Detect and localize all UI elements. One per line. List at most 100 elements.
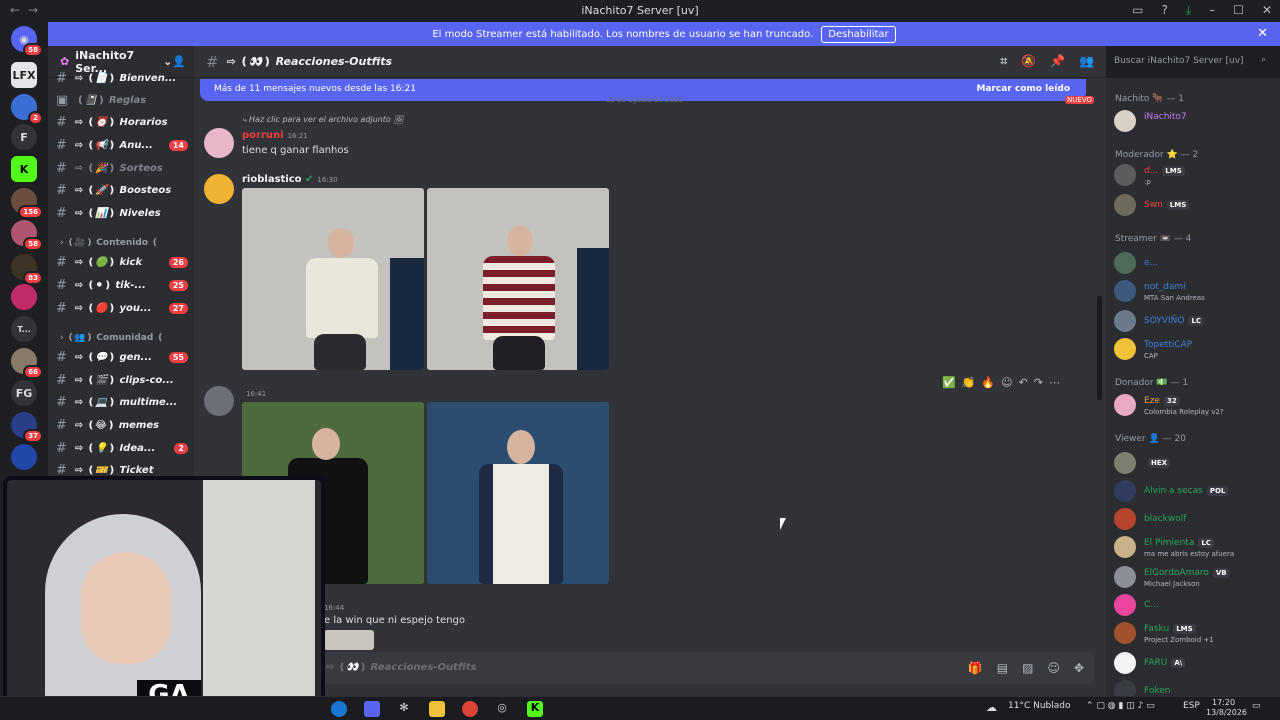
members-icon[interactable]: 👥 xyxy=(1079,54,1094,69)
member-item[interactable]: iNachito7 xyxy=(1114,110,1278,136)
chrome-icon[interactable] xyxy=(462,701,478,717)
member-item[interactable]: Foken xyxy=(1114,680,1278,696)
gift-icon[interactable]: 🎁 xyxy=(968,661,983,675)
scrollbar[interactable] xyxy=(1097,296,1102,400)
language-indicator[interactable]: ESP xyxy=(1183,701,1200,711)
member-item[interactable]: Eze 32 Colombia Roleplay v2? xyxy=(1114,394,1278,420)
channel-item[interactable]: # ⇨ ❪⏰❫ Horarios xyxy=(56,112,188,132)
weather-text[interactable]: 11°C Nublado xyxy=(1008,701,1070,711)
kick-icon[interactable]: K xyxy=(527,701,543,717)
member-item[interactable]: not_dami MTA San Andreas xyxy=(1114,280,1278,306)
bell-muted-icon[interactable]: 🔕 xyxy=(1021,54,1036,69)
member-item[interactable]: HEX xyxy=(1114,452,1278,478)
image-attachment[interactable] xyxy=(324,630,374,650)
emoji-icon[interactable]: ☺ xyxy=(1047,661,1060,675)
reaction-button[interactable]: ✅ xyxy=(942,376,956,389)
server-11[interactable]: 66 xyxy=(11,348,43,379)
member-item[interactable]: Swn LMS xyxy=(1114,194,1278,220)
member-item[interactable]: e... xyxy=(1114,252,1278,278)
member-item[interactable]: d... LMS:p xyxy=(1114,164,1278,190)
apps-icon[interactable]: ✥ xyxy=(1074,661,1084,675)
member-item[interactable]: blackwolf xyxy=(1114,508,1278,534)
channel-item[interactable]: # ⇨ ❪🔴❫ you... 27 xyxy=(56,298,188,318)
channel-item[interactable]: # ⇨ ❪🎉❫ Sorteos xyxy=(56,158,188,178)
message-author[interactable]: 16:41 xyxy=(242,388,266,399)
server-8[interactable]: 83 xyxy=(11,254,43,285)
mark-read-button[interactable]: Marcar como leído xyxy=(976,84,1070,94)
server-9[interactable] xyxy=(11,284,37,310)
channel-item[interactable]: # ⇨ ❪💡❫ Idea... 2 xyxy=(56,438,188,458)
server-fg[interactable]: FG xyxy=(11,380,37,406)
server-7[interactable]: 58 xyxy=(11,220,43,251)
close-icon[interactable]: ✕ xyxy=(1257,26,1268,41)
channel-item[interactable]: # ⇨ ❪🟢❫ kick 26 xyxy=(56,252,188,272)
threads-icon[interactable]: ⌗ xyxy=(1000,54,1007,69)
category-comunidad[interactable]: › ❪👥❫ Comunidad ❪ xyxy=(60,333,164,343)
forward-icon[interactable]: ↷ xyxy=(1034,376,1043,389)
server-kick[interactable]: K xyxy=(11,156,37,182)
member-item[interactable]: FARU A\ xyxy=(1114,652,1278,678)
edge-icon[interactable] xyxy=(331,701,347,717)
member-item[interactable]: Fasku LMS Project Zomboid +1 xyxy=(1114,622,1278,648)
disable-button[interactable]: Deshabilitar xyxy=(821,25,896,43)
home-button[interactable]: ◉ 58 xyxy=(11,26,43,57)
server-flag[interactable]: 2 xyxy=(11,94,43,125)
server-lfx[interactable]: LFX xyxy=(11,62,37,88)
category-contenido[interactable]: › ❪🎥❫ Contenido ❪ xyxy=(60,238,159,248)
reaction-button[interactable]: 👏 xyxy=(962,376,976,389)
channel-item[interactable]: # ⇨ ❪📄❫ Bienven... xyxy=(56,68,188,88)
notifications-icon[interactable]: ▭ xyxy=(1252,701,1261,711)
inbox-icon[interactable]: ▭ xyxy=(1132,3,1143,18)
message-author[interactable]: rioblastico ✔ 16:30 xyxy=(242,174,338,185)
channel-item[interactable]: # ⇨ ❪💻❫ multime... xyxy=(56,392,188,412)
message-composer[interactable]: ⇨ ❪👀❫ Reacciones-Outfits 🎁 ▤ ▨ ☺ ✥ xyxy=(314,652,1094,684)
minimize-icon[interactable]: – xyxy=(1209,3,1215,18)
gif-icon[interactable]: ▤ xyxy=(997,661,1008,675)
avatar[interactable] xyxy=(204,386,234,416)
channel-item[interactable]: # ⇨ ❪📢❫ Anu... 14 xyxy=(56,135,188,155)
clock-date[interactable]: 13/8/2026 xyxy=(1206,708,1247,717)
add-reaction-icon[interactable]: ☺ xyxy=(1001,376,1012,389)
channel-item[interactable]: # ⇨ ❪💬❫ gen... 55 xyxy=(56,347,188,367)
server-14[interactable] xyxy=(11,444,37,470)
close-icon[interactable]: ✕ xyxy=(1262,3,1272,18)
sticker-icon[interactable]: ▨ xyxy=(1022,661,1033,675)
help-icon[interactable]: ? xyxy=(1161,3,1167,18)
clock-time[interactable]: 17:20 xyxy=(1212,698,1235,707)
image-attachment[interactable] xyxy=(427,402,609,584)
reply-icon[interactable]: ↶ xyxy=(1019,376,1028,389)
obs-icon[interactable]: ◎ xyxy=(494,701,510,717)
channel-item[interactable]: ▣ ❪📓❫ Reglas xyxy=(56,90,188,110)
chatgpt-icon[interactable]: ✻ xyxy=(396,701,412,717)
server-6[interactable]: 156 xyxy=(11,188,43,219)
server-t[interactable]: T... xyxy=(11,316,37,342)
member-item[interactable]: C... xyxy=(1114,594,1278,620)
channel-item[interactable]: # ⇨ ❪⚫❫ tik-... 25 xyxy=(56,275,188,295)
reaction-button[interactable]: 🔥 xyxy=(981,376,995,389)
tray-icons[interactable]: ⌃ ▢ ◍ ▮ ◫ ♪ ▭ xyxy=(1086,701,1155,711)
member-item[interactable]: Alvin a secas POL xyxy=(1114,480,1278,506)
channel-item[interactable]: # ⇨ ❪😂❫ memes xyxy=(56,415,188,435)
image-attachment[interactable] xyxy=(427,188,609,370)
folder-icon[interactable] xyxy=(429,701,445,717)
download-icon[interactable]: ⤓ xyxy=(1186,3,1191,18)
channel-item[interactable]: # ⇨ ❪🎬❫ clips-co... xyxy=(56,370,188,390)
channel-item[interactable]: # ⇨ ❪📊❫ Niveles xyxy=(56,203,188,223)
member-item[interactable]: ElGordoAmaro VB Michael Jackson xyxy=(1114,566,1278,592)
message-author[interactable]: porruni 16:21 xyxy=(242,130,308,141)
more-icon[interactable]: ⋯ xyxy=(1049,376,1060,389)
channel-item[interactable]: # ⇨ ❪🚀❫ Boosteos xyxy=(56,180,188,200)
member-item[interactable]: TopettiCAP CAP xyxy=(1114,338,1278,364)
discord-icon[interactable] xyxy=(364,701,380,717)
member-item[interactable]: El Pimienta LC ma me abris estoy afuera xyxy=(1114,536,1278,562)
server-13[interactable]: 37 xyxy=(11,412,43,443)
reply-preview[interactable]: ⤷ Haz clic para ver el archivo adjunto 🖼 xyxy=(242,115,404,125)
search-input[interactable]: Buscar iNachito7 Server [uv] ⌕ xyxy=(1108,52,1272,72)
image-attachment[interactable] xyxy=(242,188,424,370)
add-user-icon[interactable]: 👤 xyxy=(172,55,186,68)
pin-icon[interactable]: 📌 xyxy=(1050,54,1065,69)
member-item[interactable]: SOYVIÑO LC xyxy=(1114,310,1278,336)
maximize-icon[interactable]: ☐ xyxy=(1233,3,1244,18)
avatar[interactable] xyxy=(204,174,234,204)
server-f[interactable]: F xyxy=(11,124,37,150)
